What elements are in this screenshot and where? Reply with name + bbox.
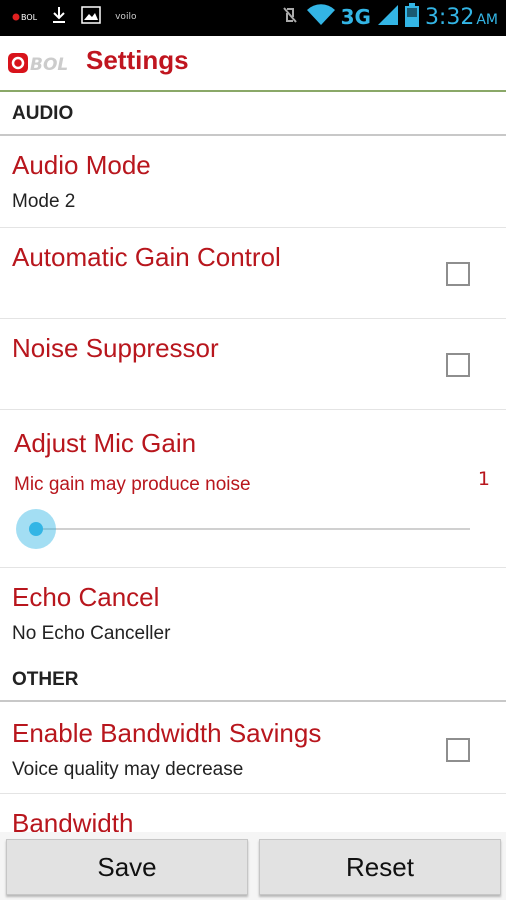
pref-bandwidth[interactable]: Bandwidth [0, 794, 506, 832]
agc-checkbox[interactable] [446, 262, 470, 286]
pref-audio-mode[interactable]: Audio Mode Mode 2 [0, 136, 506, 228]
image-icon [81, 6, 101, 28]
pref-title: Adjust Mic Gain [14, 428, 197, 458]
vibrate-muted-icon [279, 3, 301, 31]
bandwidth-savings-checkbox[interactable] [446, 738, 470, 762]
status-bar: BOL voilo 3G 3:32 AM [0, 0, 506, 36]
mic-gain-value: 1 [477, 468, 490, 490]
pref-summary: No Echo Canceller [12, 623, 171, 644]
pref-automatic-gain-control[interactable]: Automatic Gain Control [0, 228, 506, 319]
clock: 3:32 AM [425, 5, 498, 30]
mic-gain-slider-track[interactable] [36, 528, 470, 530]
network-type: 3G [340, 5, 371, 29]
logo-text: BOL [30, 55, 68, 75]
bol-notification-text: BOL [21, 12, 38, 22]
pref-echo-cancel[interactable]: Echo Cancel No Echo Canceller [0, 568, 506, 658]
settings-list[interactable]: AUDIO Audio Mode Mode 2 Automatic Gain C… [0, 92, 506, 832]
battery-icon [404, 3, 419, 31]
clock-time: 3:32 [424, 4, 475, 30]
system-icons: 3G 3:32 AM [279, 3, 498, 31]
section-header-other: OTHER [0, 658, 506, 702]
page-title: Settings [86, 45, 189, 75]
clock-ampm: AM [476, 11, 498, 28]
pref-summary: Voice quality may decrease [12, 759, 244, 780]
pref-title: Echo Cancel [12, 582, 160, 612]
voila-icon: voilo [115, 12, 137, 22]
pref-title: Automatic Gain Control [12, 242, 281, 272]
mic-gain-slider-thumb[interactable] [16, 509, 56, 549]
reset-button[interactable]: Reset [259, 839, 501, 895]
notification-icons: BOL voilo [12, 6, 136, 28]
save-button[interactable]: Save [6, 839, 248, 895]
pref-adjust-mic-gain[interactable]: Adjust Mic Gain Mic gain may produce noi… [0, 410, 506, 568]
pref-title: Audio Mode [12, 150, 151, 180]
section-header-audio: AUDIO [0, 92, 506, 136]
pref-title: Bandwidth [12, 808, 134, 832]
pref-enable-bandwidth-savings[interactable]: Enable Bandwidth Savings Voice quality m… [0, 702, 506, 794]
pref-summary: Mic gain may produce noise [14, 474, 251, 495]
app-logo[interactable]: BOL [8, 50, 72, 76]
pref-title: Noise Suppressor [12, 333, 219, 363]
noise-suppressor-checkbox[interactable] [446, 353, 470, 377]
wifi-icon [306, 4, 335, 30]
button-bar: Save Reset [0, 832, 506, 900]
bol-notification-icon: BOL [12, 13, 37, 22]
pref-summary: Mode 2 [12, 191, 76, 212]
pref-noise-suppressor[interactable]: Noise Suppressor [0, 319, 506, 410]
action-bar: BOL Settings [0, 36, 506, 92]
pref-title: Enable Bandwidth Savings [12, 718, 322, 748]
signal-icon [377, 4, 399, 30]
download-icon [51, 6, 67, 28]
